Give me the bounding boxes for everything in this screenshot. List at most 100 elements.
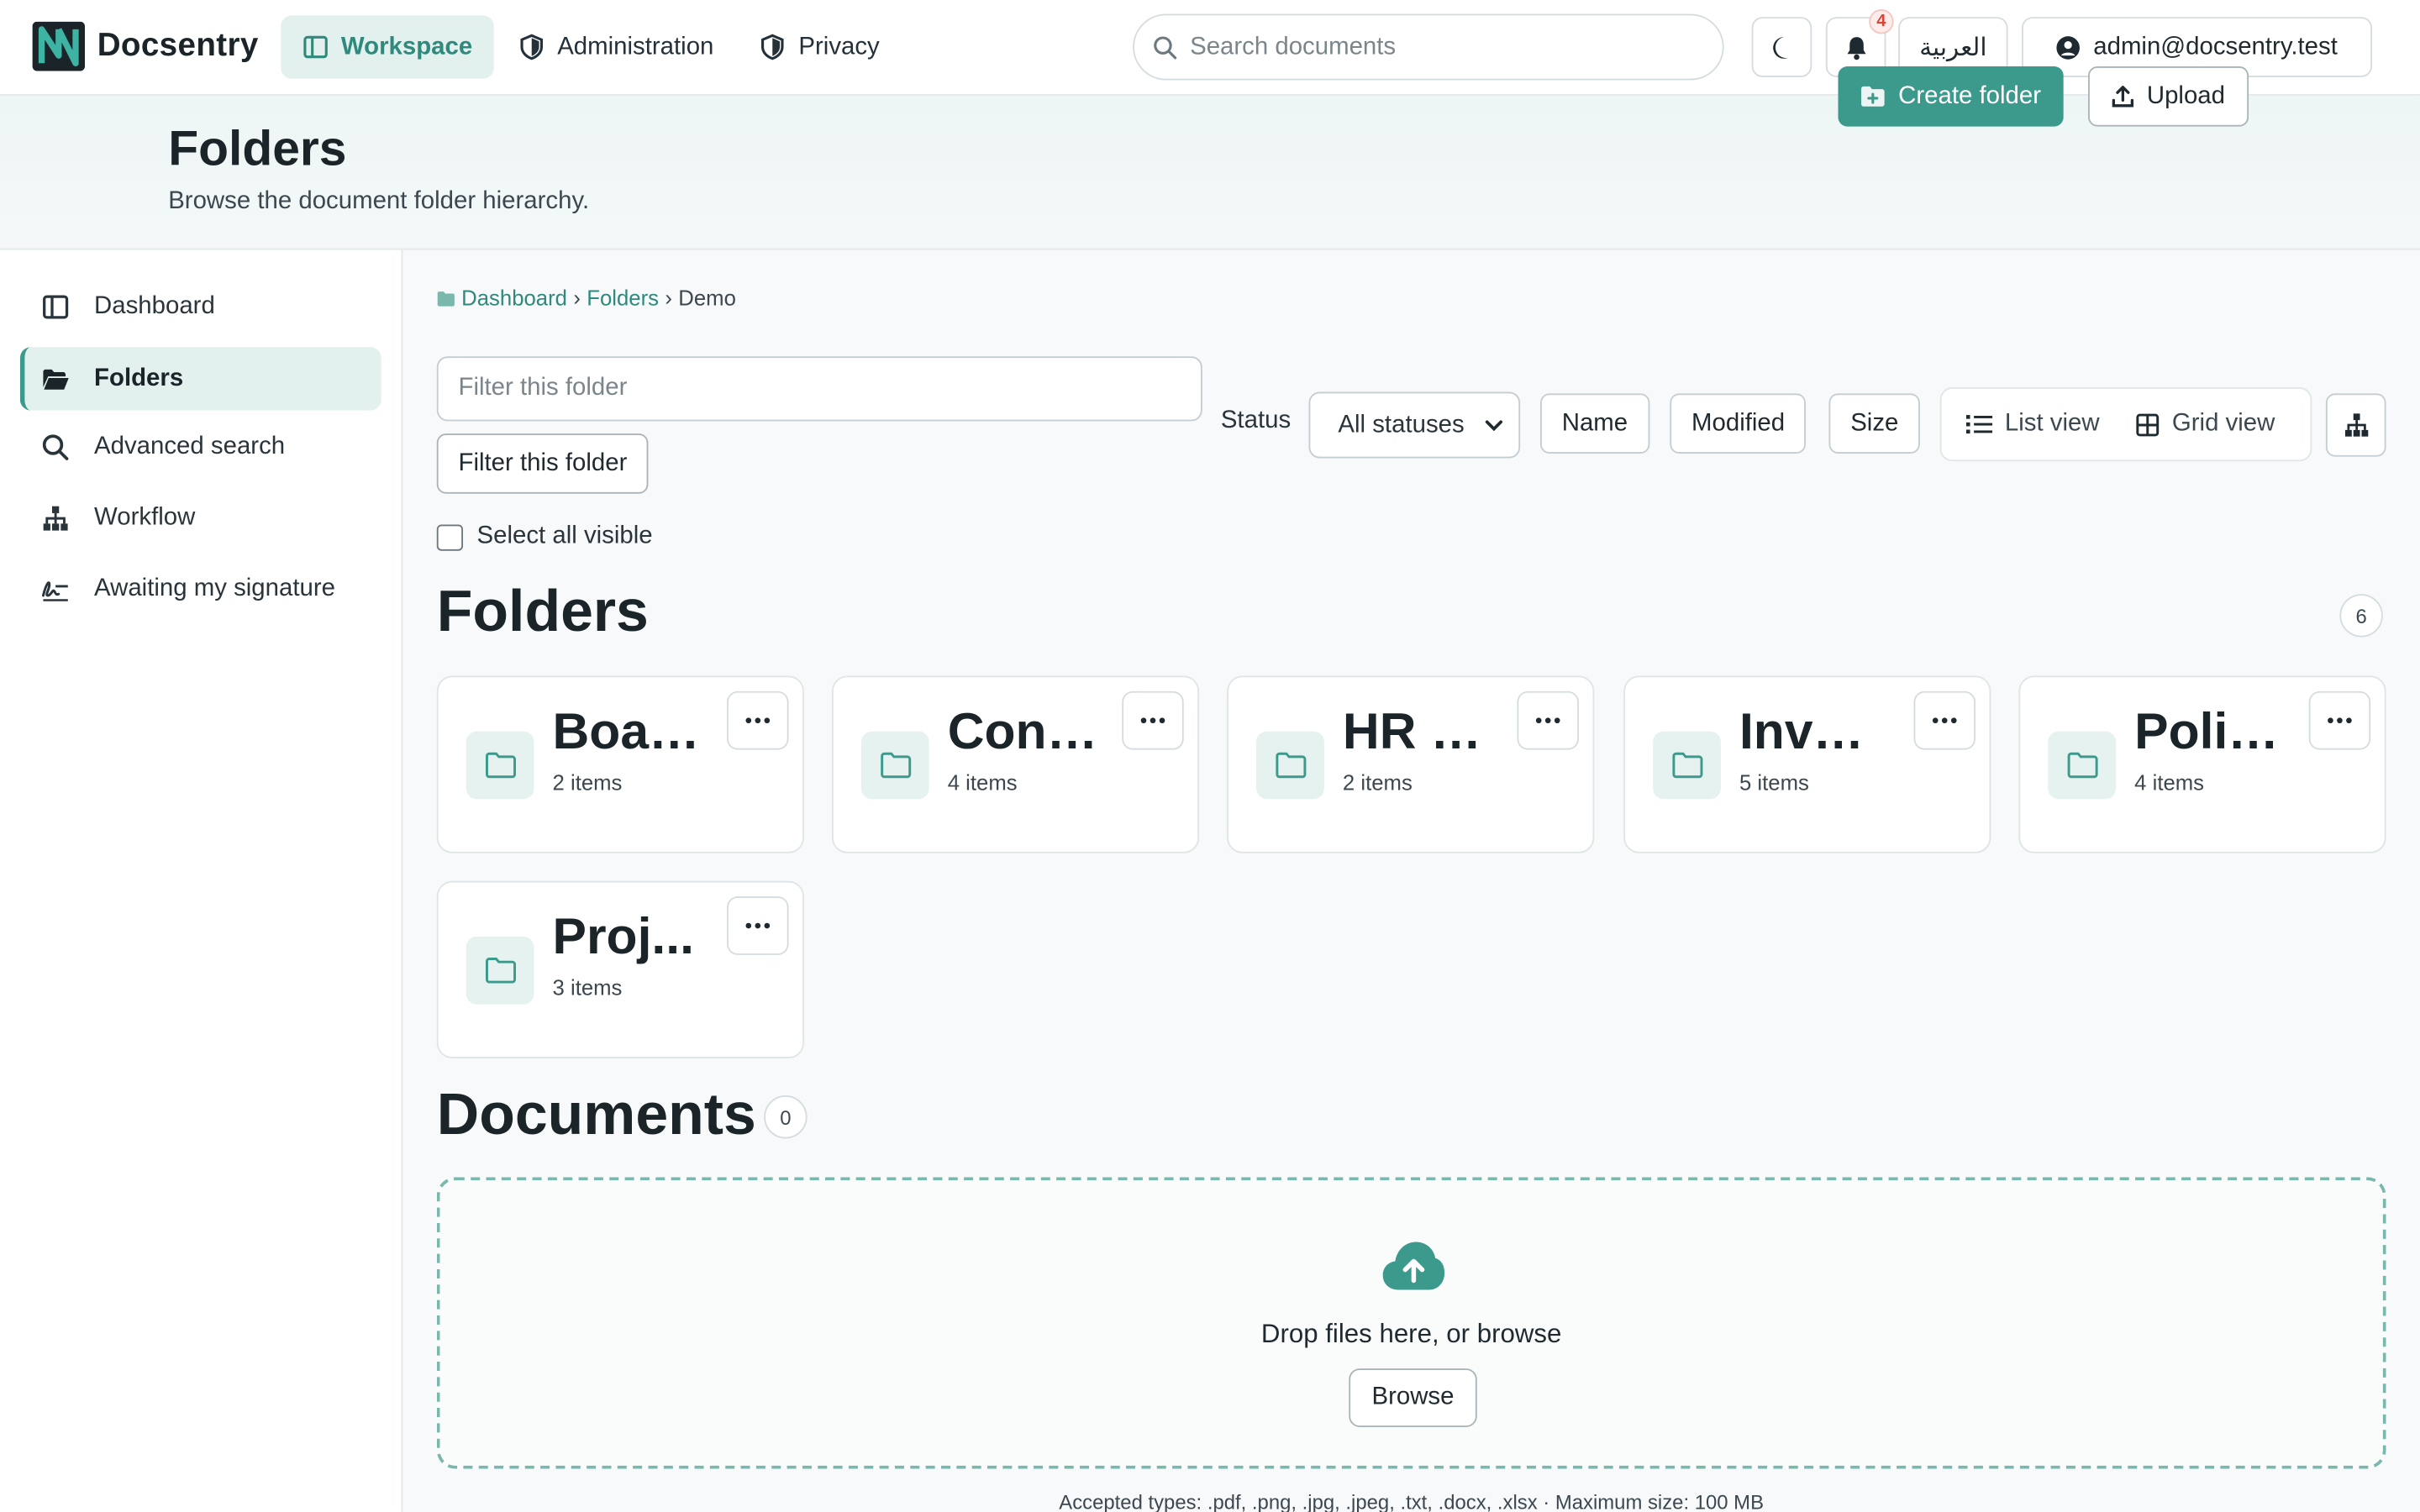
sort-modified-button[interactable]: Modified (1670, 393, 1807, 454)
breadcrumb: Dashboard › Folders › Demo (437, 286, 736, 310)
sidebar-item-awaiting-signature[interactable]: Awaiting my signature (20, 557, 381, 620)
folder-menu-button[interactable] (2308, 690, 2371, 750)
shield-icon (761, 34, 785, 60)
page-title: Folders (168, 120, 347, 176)
more-icon (2328, 717, 2352, 724)
breadcrumb-folders-link[interactable]: Folders (587, 286, 659, 310)
folder-item-count: 3 items (552, 974, 623, 1000)
folder-menu-button[interactable] (1517, 690, 1579, 750)
grid-view-button[interactable]: Grid view (2118, 393, 2294, 454)
folder-card[interactable]: HR R... 2 items (1227, 675, 1595, 853)
folder-menu-button[interactable] (1913, 690, 1975, 750)
folder-icon (860, 731, 929, 800)
create-folder-button[interactable]: Create folder (1838, 66, 2063, 127)
brand-name: Docsentry (97, 28, 259, 64)
grid-view-label: Grid view (2171, 410, 2275, 437)
dropzone-text: Drop files here, or browse (1260, 1319, 1562, 1349)
list-icon (1965, 415, 1993, 434)
sort-size-button[interactable]: Size (1828, 393, 1921, 454)
folders-count-badge: 6 (2339, 594, 2383, 638)
folder-card[interactable]: Proj... 3 items (436, 880, 804, 1058)
folder-open-icon (43, 368, 69, 389)
sidebar-item-label: Folders (94, 365, 184, 391)
notification-count-badge: 4 (1869, 9, 1894, 34)
moon-icon (1772, 36, 1787, 58)
folder-icon (2048, 731, 2117, 800)
folder-name: Proj... (552, 906, 694, 964)
sidebar-item-workflow[interactable]: Workflow (20, 486, 381, 549)
list-view-button[interactable]: List view (1948, 393, 2118, 454)
upload-label: Upload (2146, 82, 2225, 109)
folder-name: Boar... (552, 701, 708, 759)
brand[interactable]: Docsentry (32, 21, 259, 71)
folder-card[interactable]: Polic... 4 items (2018, 675, 2386, 853)
more-icon (745, 922, 771, 929)
list-view-label: List view (2004, 410, 2100, 437)
sidebar-item-label: Dashboard (94, 292, 215, 319)
search-input[interactable] (1190, 33, 1684, 61)
create-folder-label: Create folder (1898, 82, 2042, 109)
folder-icon (1653, 731, 1721, 800)
sidebar-item-dashboard[interactable]: Dashboard (20, 275, 381, 338)
folder-icon (466, 731, 534, 800)
checkbox[interactable] (436, 523, 464, 550)
folder-menu-button[interactable] (1122, 690, 1184, 750)
chevron-down-icon (1485, 419, 1503, 431)
breadcrumb-separator: › (665, 285, 672, 311)
nav-administration[interactable]: Administration (497, 15, 736, 78)
breadcrumb-current: Demo (678, 285, 736, 311)
sidebar-item-folders[interactable]: Folders (19, 347, 381, 411)
user-circle-icon (2057, 35, 2081, 59)
folder-icon (437, 291, 455, 306)
folder-item-count: 4 items (947, 769, 1018, 795)
folder-name: Polic... (2134, 701, 2289, 759)
select-all-checkbox[interactable]: Select all visible (436, 523, 653, 551)
theme-toggle-button[interactable] (1751, 17, 1812, 77)
logo-icon (32, 21, 86, 71)
tree-view-button[interactable] (2325, 393, 2386, 457)
folder-plus-icon (1861, 86, 1885, 107)
folder-card[interactable]: Invoi... 5 items (1623, 675, 1991, 853)
folder-menu-button[interactable] (727, 690, 789, 750)
sitemap-icon (2344, 413, 2368, 437)
upload-dropzone[interactable]: Drop files here, or browse Browse (436, 1177, 2386, 1469)
cloud-upload-icon (1382, 1242, 1445, 1290)
folder-item-count: 4 items (2134, 769, 2205, 795)
breadcrumb-dashboard-link[interactable]: Dashboard (461, 286, 567, 310)
folder-card[interactable]: Cont... 4 items (831, 675, 1200, 853)
sidebar-item-label: Workflow (94, 503, 196, 530)
upload-button[interactable]: Upload (2088, 66, 2249, 127)
documents-count-badge: 0 (764, 1095, 808, 1139)
sidebar-item-advanced-search[interactable]: Advanced search (20, 415, 381, 478)
browse-button[interactable]: Browse (1349, 1368, 1477, 1427)
status-select[interactable]: All statuses (1308, 391, 1521, 459)
breadcrumb-separator: › (573, 285, 581, 311)
search-icon (42, 433, 69, 460)
folder-name: Cont... (947, 701, 1102, 759)
shield-icon (520, 34, 544, 60)
accepted-types-text: Accepted types: .pdf, .png, .jpg, .jpeg,… (1059, 1490, 1765, 1512)
nav-workspace[interactable]: Workspace (281, 15, 494, 79)
folder-filter-input[interactable] (436, 356, 1202, 422)
nav-privacy-label: Privacy (798, 33, 880, 60)
search-box (1133, 13, 1724, 81)
sidebar-item-label: Awaiting my signature (94, 575, 335, 601)
nav-administration-label: Administration (557, 33, 714, 60)
nav-privacy[interactable]: Privacy (739, 15, 902, 78)
sort-name-button[interactable]: Name (1540, 393, 1649, 454)
folder-card[interactable]: Boar... 2 items (436, 675, 804, 853)
user-email: admin@docsentry.test (2093, 33, 2338, 60)
bell-icon (1846, 36, 1865, 60)
folder-item-count: 2 items (552, 769, 623, 795)
folder-icon (1256, 731, 1324, 800)
filter-folder-button[interactable]: Filter this folder (436, 433, 650, 494)
layout-icon (303, 35, 328, 59)
documents-section-title: Documents (436, 1083, 756, 1148)
search-icon (1154, 35, 1177, 59)
status-label: Status (1220, 407, 1292, 434)
folder-menu-button[interactable] (727, 896, 789, 955)
folder-icon (466, 936, 534, 1005)
status-select-value: All statuses (1338, 411, 1465, 438)
more-icon (745, 717, 771, 724)
nav-workspace-label: Workspace (340, 33, 473, 60)
